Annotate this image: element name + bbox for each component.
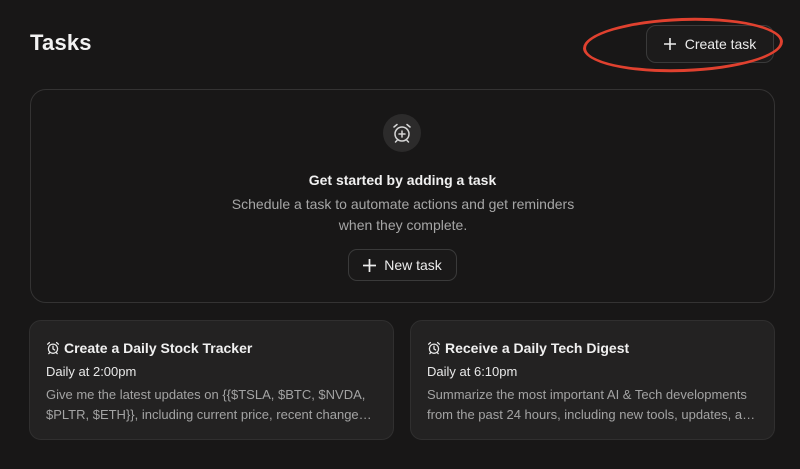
card-title: Create a Daily Stock Tracker [64,340,253,356]
new-task-label: New task [384,257,442,273]
page-title: Tasks [30,30,92,55]
card-title-row: Create a Daily Stock Tracker [46,339,377,357]
suggestion-card-stock-tracker[interactable]: Create a Daily Stock Tracker Daily at 2:… [29,320,394,440]
empty-state-panel: Get started by adding a task Schedule a … [30,89,775,303]
card-schedule: Daily at 6:10pm [427,364,518,379]
card-title: Receive a Daily Tech Digest [445,340,630,356]
alarm-clock-icon [46,341,60,355]
empty-state-description: Schedule a task to automate actions and … [231,196,575,233]
plus-icon [363,258,377,272]
create-task-button[interactable]: Create task [646,25,774,63]
card-title-row: Receive a Daily Tech Digest [427,339,758,357]
create-task-label: Create task [684,36,757,52]
new-task-button[interactable]: New task [348,249,457,281]
card-description: Summarize the most important AI & Tech d… [427,387,757,422]
suggestion-card-tech-digest[interactable]: Receive a Daily Tech Digest Daily at 6:1… [410,320,775,440]
alarm-clock-icon [427,341,441,355]
card-description: Give me the latest updates on {{$TSLA, $… [46,387,366,422]
alarm-plus-icon [383,114,421,152]
plus-icon [663,38,676,50]
empty-state-heading: Get started by adding a task [308,172,497,188]
card-schedule: Daily at 2:00pm [46,364,137,379]
